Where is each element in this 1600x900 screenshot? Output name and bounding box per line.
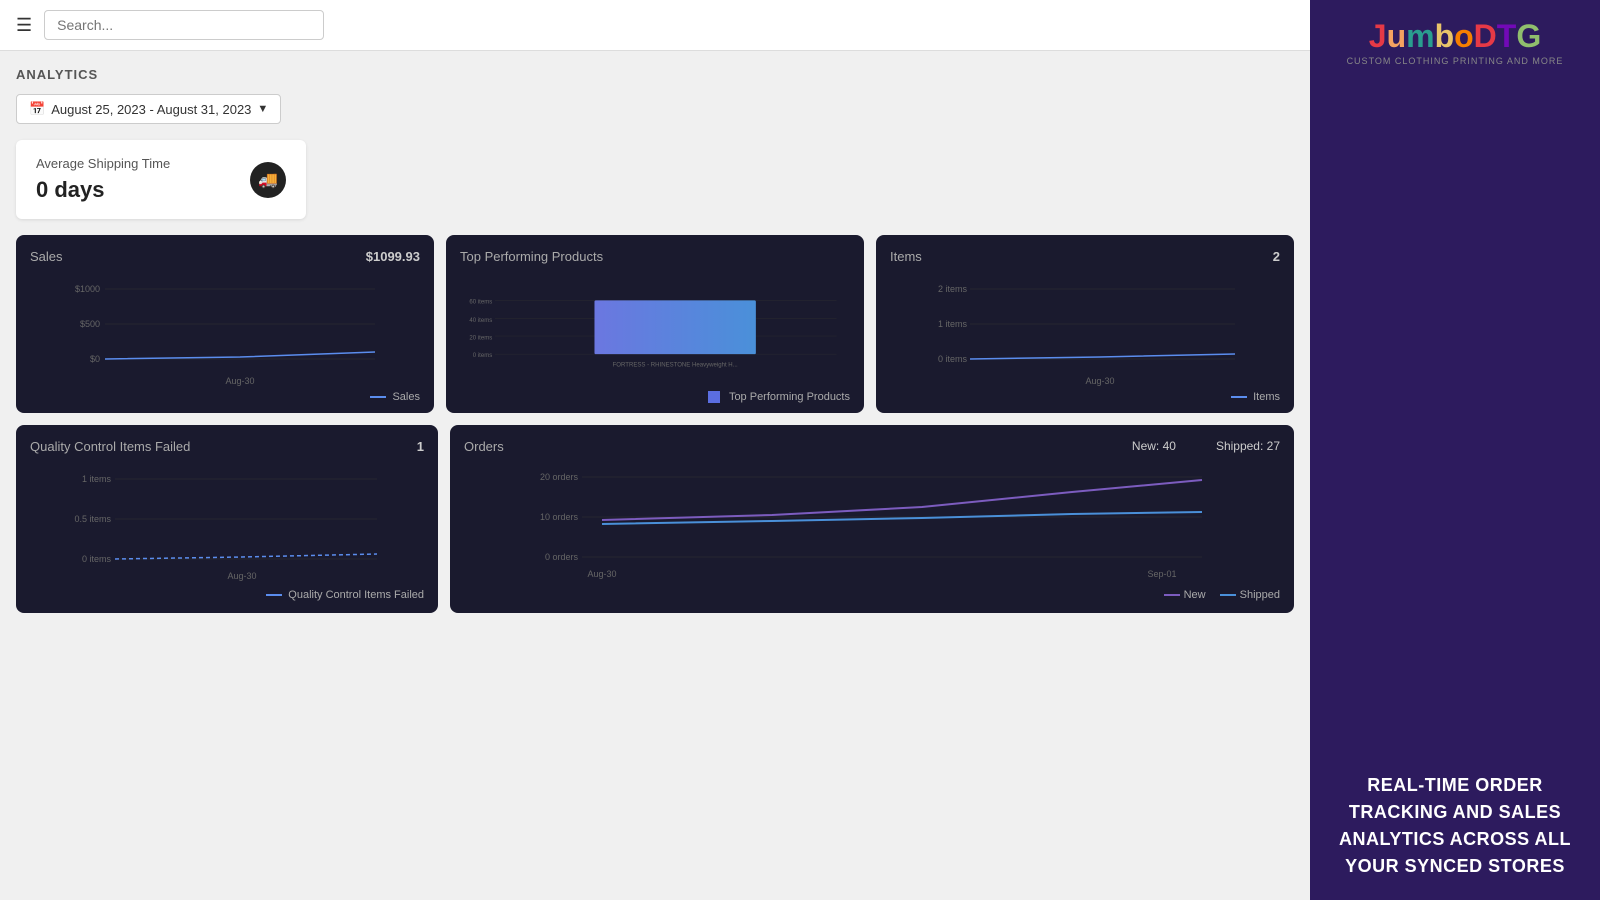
svg-text:40 items: 40 items [469, 318, 492, 324]
svg-text:20 items: 20 items [469, 335, 492, 341]
sales-card: Sales $1099.93 $1000 $500 $0 Aug-30 [16, 235, 434, 413]
shipping-label: Average Shipping Time [36, 156, 170, 171]
top-products-title: Top Performing Products [460, 249, 603, 264]
orders-legend: New Shipped [1164, 589, 1280, 601]
items-card: Items 2 2 items 1 items 0 items Aug-30 I… [876, 235, 1294, 413]
svg-text:0 items: 0 items [82, 554, 112, 564]
logo-text: JumboDTG [1326, 20, 1584, 52]
sales-legend-dot [370, 396, 386, 398]
svg-text:$0: $0 [90, 354, 100, 364]
qc-legend-dot [266, 594, 282, 596]
qc-chart: 1 items 0.5 items 0 items Aug-30 [30, 464, 424, 594]
logo-subtitle: CUSTOM CLOTHING PRINTING AND MORE [1326, 56, 1584, 66]
orders-new-legend-label: New [1184, 589, 1206, 601]
shipping-card: Average Shipping Time 0 days 🚚 [16, 140, 306, 219]
orders-shipped-legend-label: Shipped [1240, 589, 1280, 601]
items-chart: 2 items 1 items 0 items Aug-30 [890, 274, 1280, 394]
sales-legend: Sales [370, 391, 420, 403]
main-content: ANALYTICS 📅 August 25, 2023 - August 31,… [0, 51, 1310, 900]
svg-text:10 orders: 10 orders [540, 512, 579, 522]
header: ☰ [0, 0, 1310, 51]
orders-card: Orders New: 40 Shipped: 27 20 orders 10 … [450, 425, 1294, 613]
top-products-legend-label: Top Performing Products [729, 391, 850, 403]
svg-text:Aug-30: Aug-30 [225, 376, 254, 386]
qc-value: 1 [417, 439, 424, 454]
svg-text:60 items: 60 items [469, 300, 492, 306]
orders-new-label: New: 40 [1132, 439, 1176, 453]
svg-text:0.5 items: 0.5 items [74, 514, 111, 524]
sidebar: JumboDTG CUSTOM CLOTHING PRINTING AND MO… [1310, 0, 1600, 900]
svg-text:Aug-30: Aug-30 [587, 569, 616, 579]
search-box[interactable] [44, 10, 324, 40]
svg-text:Aug-30: Aug-30 [227, 571, 256, 581]
qc-card: Quality Control Items Failed 1 1 items 0… [16, 425, 438, 613]
svg-text:Sep-01: Sep-01 [1147, 569, 1176, 579]
orders-shipped-legend-dot [1220, 594, 1236, 596]
svg-text:Aug-30: Aug-30 [1085, 376, 1114, 386]
top-products-chart: 60 items 40 items 20 items 0 items [460, 274, 850, 394]
orders-chart: 20 orders 10 orders 0 orders Aug-30 Sep-… [464, 462, 1280, 592]
items-legend-label: Items [1253, 391, 1280, 403]
top-charts-grid: Sales $1099.93 $1000 $500 $0 Aug-30 [16, 235, 1294, 413]
sales-value: $1099.93 [366, 249, 420, 264]
svg-text:$1000: $1000 [75, 284, 100, 294]
chevron-down-icon: ▼ [257, 103, 268, 115]
sales-chart: $1000 $500 $0 Aug-30 [30, 274, 420, 394]
items-legend-dot [1231, 396, 1247, 398]
svg-text:1 items: 1 items [938, 319, 968, 329]
bottom-charts-grid: Quality Control Items Failed 1 1 items 0… [16, 425, 1294, 613]
orders-shipped-label: Shipped: 27 [1216, 439, 1280, 453]
qc-title: Quality Control Items Failed [30, 439, 190, 454]
sales-title: Sales [30, 249, 63, 264]
shipping-icon: 🚚 [250, 162, 286, 198]
svg-text:0 items: 0 items [473, 353, 493, 359]
items-legend: Items [1231, 391, 1280, 403]
svg-text:0 orders: 0 orders [545, 552, 579, 562]
menu-icon[interactable]: ☰ [16, 15, 32, 36]
orders-new-legend-dot [1164, 594, 1180, 596]
date-range-label: August 25, 2023 - August 31, 2023 [51, 102, 251, 117]
svg-text:20 orders: 20 orders [540, 472, 579, 482]
svg-text:FORTRESS - RHINESTONE Heavywei: FORTRESS - RHINESTONE Heavyweight H... [613, 362, 738, 368]
qc-legend: Quality Control Items Failed [266, 589, 424, 601]
analytics-title: ANALYTICS [16, 67, 1294, 82]
sales-legend-label: Sales [392, 391, 420, 403]
search-input[interactable] [57, 17, 311, 33]
top-products-legend-dot [708, 391, 720, 403]
date-picker[interactable]: 📅 August 25, 2023 - August 31, 2023 ▼ [16, 94, 281, 124]
top-products-legend: Top Performing Products [708, 391, 850, 403]
top-products-card: Top Performing Products 60 items 40 item… [446, 235, 864, 413]
sidebar-tagline: REAL-TIME ORDER TRACKING AND SALES ANALY… [1326, 772, 1584, 880]
svg-text:1 items: 1 items [82, 474, 112, 484]
shipping-value: 0 days [36, 177, 170, 203]
orders-title: Orders [464, 439, 504, 454]
logo-area: JumboDTG CUSTOM CLOTHING PRINTING AND MO… [1326, 20, 1584, 66]
items-value: 2 [1273, 249, 1280, 264]
qc-legend-label: Quality Control Items Failed [288, 589, 424, 601]
calendar-icon: 📅 [29, 101, 45, 117]
svg-text:0 items: 0 items [938, 354, 968, 364]
items-title: Items [890, 249, 922, 264]
svg-text:2 items: 2 items [938, 284, 968, 294]
svg-text:$500: $500 [80, 319, 100, 329]
